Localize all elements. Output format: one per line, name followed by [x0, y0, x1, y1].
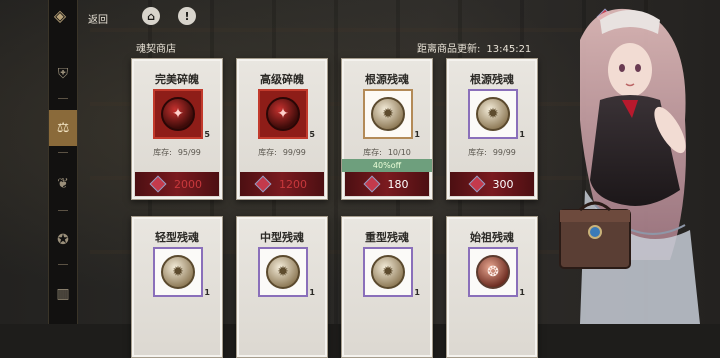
item-slot[interactable]: ✹ 1 — [363, 247, 420, 297]
product-card[interactable]: 始祖残魂 ❂ 1 — [446, 216, 538, 358]
nav-divider — [58, 264, 68, 265]
item-quantity: 1 — [309, 288, 315, 297]
product-name: 高级碎魄 — [260, 73, 304, 86]
shop-title: 魂契商店 — [136, 44, 176, 55]
product-name: 重型残魂 — [365, 231, 409, 244]
buy-button[interactable]: 1200 — [240, 172, 324, 196]
item-slot[interactable]: ❂ 1 — [468, 247, 525, 297]
item-quantity: 1 — [414, 130, 420, 139]
nav-divider — [58, 98, 68, 99]
nav-shield-icon[interactable]: ⛨ — [49, 56, 77, 92]
stock-info: 库存: 99/99 — [447, 147, 537, 158]
item-quantity: 1 — [414, 288, 420, 297]
item-slot[interactable]: ✹ 1 — [153, 247, 210, 297]
stock-info: 库存: 99/99 — [237, 147, 327, 158]
item-quantity: 1 — [519, 130, 525, 139]
product-name: 中型残魂 — [260, 231, 304, 244]
product-name: 根源残魂 — [365, 73, 409, 86]
refresh-timer: 距离商品更新: 13:45:21 — [417, 40, 531, 55]
product-card[interactable]: 完美碎魄 ✦ 5 库存: 95/99 2000 — [131, 58, 223, 200]
shopkeeper-character-art — [559, 8, 700, 324]
discount-banner: 40%off — [342, 159, 432, 172]
nav-seal-icon[interactable]: ✪ — [49, 222, 77, 258]
product-card[interactable]: 轻型残魂 ✹ 1 — [131, 216, 223, 358]
nav-divider — [58, 152, 68, 153]
soul-medal-icon: ✹ — [371, 255, 405, 289]
item-quantity: 5 — [204, 130, 210, 139]
item-quantity: 1 — [204, 288, 210, 297]
home-icon[interactable]: ⌂ — [142, 7, 160, 25]
back-button[interactable]: 返回 — [88, 11, 108, 26]
stock-value: 99/99 — [282, 148, 306, 157]
item-quantity: 1 — [519, 288, 525, 297]
product-card[interactable]: 高级碎魄 ✦ 5 库存: 99/99 1200 — [236, 58, 328, 200]
nav-chest-icon[interactable]: ▥ — [49, 276, 77, 312]
product-card[interactable]: 根源残魂 ✹ 1 库存: 10/10 40%off 180 — [341, 58, 433, 200]
item-slot[interactable]: ✦ 5 — [153, 89, 210, 139]
price-value: 1200 — [279, 177, 307, 191]
stock-label: 库存: — [468, 148, 487, 157]
side-nav: ⛨ ⚖ ❦ ✪ ▥ — [48, 0, 78, 324]
product-card[interactable]: 重型残魂 ✹ 1 — [341, 216, 433, 358]
menu-emblem-icon[interactable]: ◈ — [42, 6, 78, 25]
soul-medal-icon: ✦ — [266, 97, 300, 131]
buy-button[interactable]: 180 — [345, 172, 429, 196]
item-quantity: 5 — [309, 130, 315, 139]
crystal-icon — [468, 175, 485, 193]
price-value: 2000 — [174, 177, 202, 191]
product-name: 始祖残魂 — [470, 231, 514, 244]
product-card[interactable]: 中型残魂 ✹ 1 — [236, 216, 328, 358]
nav-leaf-icon[interactable]: ❦ — [49, 166, 77, 202]
refresh-label: 距离商品更新: — [417, 44, 481, 55]
soul-medal-icon: ✹ — [266, 255, 300, 289]
alert-icon[interactable]: ! — [178, 7, 196, 25]
stock-info: 库存: 10/10 — [342, 147, 432, 158]
refresh-time: 13:45:21 — [486, 44, 532, 55]
nav-divider — [58, 210, 68, 211]
stock-label: 库存: — [258, 148, 277, 157]
item-slot[interactable]: ✦ 5 — [258, 89, 315, 139]
product-name: 根源残魂 — [470, 73, 514, 86]
nav-scales-icon[interactable]: ⚖ — [49, 110, 77, 146]
soul-medal-icon: ✹ — [371, 97, 405, 131]
price-value: 180 — [387, 177, 409, 191]
soul-medal-icon: ✦ — [161, 97, 195, 131]
item-slot[interactable]: ✹ 1 — [468, 89, 525, 139]
soul-medal-icon: ✹ — [161, 255, 195, 289]
product-name: 轻型残魂 — [155, 231, 199, 244]
stock-info: 库存: 95/99 — [132, 147, 222, 158]
stock-label: 库存: — [153, 148, 172, 157]
soul-medal-icon: ❂ — [476, 255, 510, 289]
price-value: 300 — [492, 177, 514, 191]
buy-button[interactable]: 300 — [450, 172, 534, 196]
stock-value: 95/99 — [177, 148, 201, 157]
crystal-icon — [363, 175, 380, 193]
stock-value: 10/10 — [387, 148, 411, 157]
item-slot[interactable]: ✹ 1 — [363, 89, 420, 139]
item-slot[interactable]: ✹ 1 — [258, 247, 315, 297]
crystal-icon — [254, 175, 272, 193]
soul-medal-icon: ✹ — [476, 97, 510, 131]
stock-value: 99/99 — [492, 148, 516, 157]
buy-button[interactable]: 2000 — [135, 172, 219, 196]
stock-label: 库存: — [363, 148, 382, 157]
product-card[interactable]: 根源残魂 ✹ 1 库存: 99/99 300 — [446, 58, 538, 200]
crystal-icon — [149, 175, 167, 193]
product-name: 完美碎魄 — [155, 73, 199, 86]
